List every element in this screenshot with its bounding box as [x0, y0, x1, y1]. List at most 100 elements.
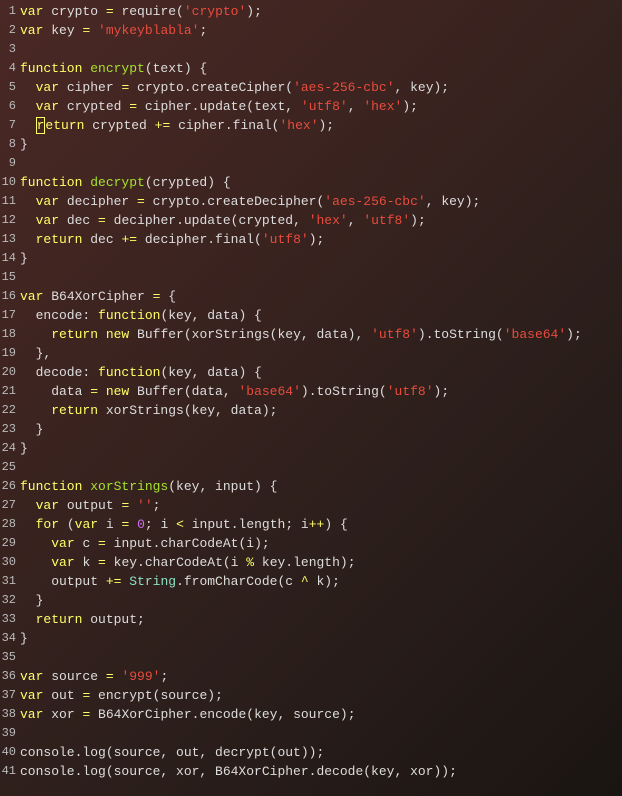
- code-line[interactable]: console.log(source, out, decrypt(out));: [20, 743, 622, 762]
- token-op: =: [98, 213, 114, 228]
- line-number: 33: [0, 610, 16, 629]
- code-line[interactable]: var k = key.charCodeAt(i % key.length);: [20, 553, 622, 572]
- code-line[interactable]: var source = '999';: [20, 667, 622, 686]
- token-punct: );: [410, 213, 426, 228]
- code-line[interactable]: console.log(source, xor, B64XorCipher.de…: [20, 762, 622, 781]
- code-line[interactable]: var crypted = cipher.update(text, 'utf8'…: [20, 97, 622, 116]
- token-punct: ;: [160, 669, 168, 684]
- line-number: 16: [0, 287, 16, 306]
- token-str: 'utf8': [387, 384, 434, 399]
- code-line[interactable]: function encrypt(text) {: [20, 59, 622, 78]
- code-line[interactable]: [20, 648, 622, 667]
- token-ident: output;: [90, 612, 145, 627]
- token-kw: eturn: [45, 118, 92, 133]
- code-line[interactable]: function xorStrings(key, input) {: [20, 477, 622, 496]
- code-editor[interactable]: 1234567891011121314151617181920212223242…: [0, 0, 622, 781]
- token-kw: var: [75, 517, 106, 532]
- code-line[interactable]: }: [20, 420, 622, 439]
- line-number: 12: [0, 211, 16, 230]
- token-ident: key.length);: [262, 555, 356, 570]
- code-line[interactable]: return output;: [20, 610, 622, 629]
- token-kw: var: [20, 669, 51, 684]
- token-ident: dec: [67, 213, 98, 228]
- code-line[interactable]: var cipher = crypto.createCipher('aes-25…: [20, 78, 622, 97]
- token-ident: key: [51, 23, 82, 38]
- token-str: 'utf8': [371, 327, 418, 342]
- code-line[interactable]: for (var i = 0; i < input.length; i++) {: [20, 515, 622, 534]
- line-number: 28: [0, 515, 16, 534]
- token-ident: decipher.final(: [145, 232, 262, 247]
- token-punct: (key, data) {: [160, 308, 261, 323]
- token-ident: [20, 194, 36, 209]
- token-ident: i: [106, 517, 122, 532]
- token-op: =: [137, 194, 153, 209]
- token-ident: [20, 213, 36, 228]
- code-line[interactable]: },: [20, 344, 622, 363]
- token-ident: [20, 232, 36, 247]
- code-line[interactable]: function decrypt(crypted) {: [20, 173, 622, 192]
- code-line[interactable]: [20, 458, 622, 477]
- code-line[interactable]: [20, 154, 622, 173]
- code-line[interactable]: }: [20, 629, 622, 648]
- token-punct: ;: [153, 498, 161, 513]
- token-punct: ,: [348, 99, 364, 114]
- code-content[interactable]: var crypto = require('crypto');var key =…: [20, 2, 622, 781]
- token-ident: encode:: [20, 308, 98, 323]
- code-line[interactable]: var B64XorCipher = {: [20, 287, 622, 306]
- token-ident: output: [67, 498, 122, 513]
- code-line[interactable]: var dec = decipher.update(crypted, 'hex'…: [20, 211, 622, 230]
- code-line[interactable]: [20, 40, 622, 59]
- token-ident: input.length; i: [192, 517, 309, 532]
- code-line[interactable]: }: [20, 135, 622, 154]
- token-str: '': [137, 498, 153, 513]
- token-kw: function: [20, 175, 90, 190]
- token-ident: .fromCharCode(c: [176, 574, 301, 589]
- token-punct: }: [20, 137, 28, 152]
- code-line[interactable]: var c = input.charCodeAt(i);: [20, 534, 622, 553]
- code-line[interactable]: return new Buffer(xorStrings(key, data),…: [20, 325, 622, 344]
- code-line[interactable]: encode: function(key, data) {: [20, 306, 622, 325]
- token-ident: cipher: [67, 80, 122, 95]
- code-line[interactable]: var output = '';: [20, 496, 622, 515]
- token-str: 'hex': [309, 213, 348, 228]
- token-ident: Buffer(xorStrings(key, data),: [137, 327, 371, 342]
- token-ident: ).toString(: [301, 384, 387, 399]
- token-ident: dec: [90, 232, 121, 247]
- token-ident: [20, 118, 36, 133]
- code-line[interactable]: var xor = B64XorCipher.encode(key, sourc…: [20, 705, 622, 724]
- line-number: 35: [0, 648, 16, 667]
- line-number: 27: [0, 496, 16, 515]
- line-number: 31: [0, 572, 16, 591]
- code-line[interactable]: decode: function(key, data) {: [20, 363, 622, 382]
- token-builtin: String: [129, 574, 176, 589]
- token-op: +=: [106, 574, 129, 589]
- token-ident: crypto.createCipher(: [137, 80, 293, 95]
- line-number: 4: [0, 59, 16, 78]
- code-line[interactable]: data = new Buffer(data, 'base64').toStri…: [20, 382, 622, 401]
- code-line[interactable]: return crypted += cipher.final('hex');: [20, 116, 622, 135]
- token-kw: function: [20, 61, 90, 76]
- token-punct: }: [20, 441, 28, 456]
- token-op: =: [129, 99, 145, 114]
- line-number: 11: [0, 192, 16, 211]
- token-ident: ).toString(: [418, 327, 504, 342]
- token-op: =: [90, 384, 106, 399]
- code-line[interactable]: var key = 'mykeyblabla';: [20, 21, 622, 40]
- token-kw: var: [36, 213, 67, 228]
- token-punct: }: [20, 593, 43, 608]
- code-line[interactable]: }: [20, 249, 622, 268]
- token-op: =: [82, 707, 98, 722]
- token-op: =: [121, 80, 137, 95]
- token-ident: crypted: [67, 99, 129, 114]
- code-line[interactable]: [20, 268, 622, 287]
- code-line[interactable]: [20, 724, 622, 743]
- token-kw: var: [51, 536, 82, 551]
- code-line[interactable]: var crypto = require('crypto');: [20, 2, 622, 21]
- code-line[interactable]: output += String.fromCharCode(c ^ k);: [20, 572, 622, 591]
- code-line[interactable]: var out = encrypt(source);: [20, 686, 622, 705]
- code-line[interactable]: }: [20, 439, 622, 458]
- code-line[interactable]: }: [20, 591, 622, 610]
- code-line[interactable]: return xorStrings(key, data);: [20, 401, 622, 420]
- code-line[interactable]: return dec += decipher.final('utf8');: [20, 230, 622, 249]
- code-line[interactable]: var decipher = crypto.createDecipher('ae…: [20, 192, 622, 211]
